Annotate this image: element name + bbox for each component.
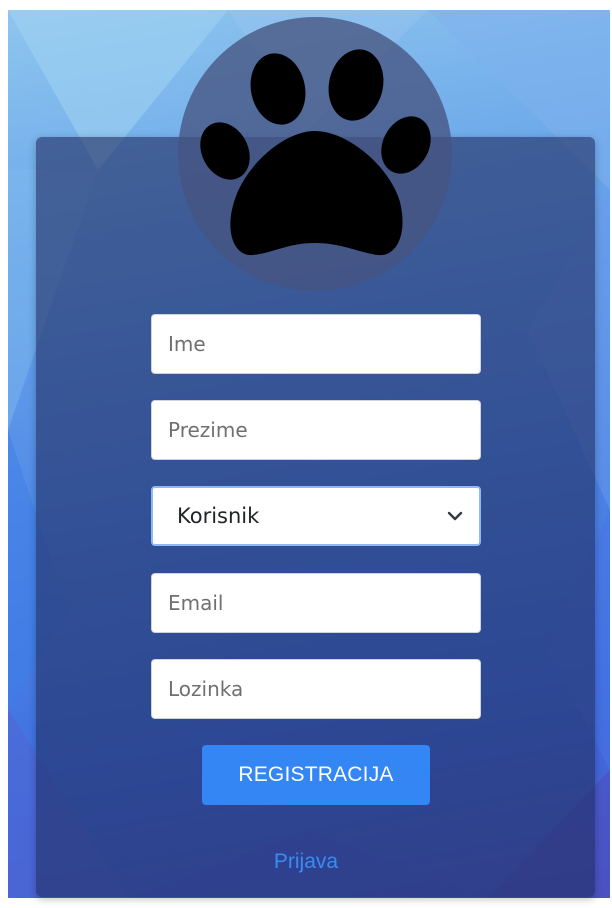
role-select[interactable]: Korisnik (151, 486, 481, 546)
paw-icon (200, 49, 431, 256)
login-link[interactable]: Prijava (0, 850, 612, 874)
first-name-input[interactable] (151, 314, 481, 374)
email-input[interactable] (151, 573, 481, 633)
register-button[interactable]: REGISTRACIJA (202, 745, 430, 805)
password-input[interactable] (151, 659, 481, 719)
chevron-down-icon (447, 511, 463, 521)
last-name-input[interactable] (151, 400, 481, 460)
register-button-label: REGISTRACIJA (238, 763, 394, 786)
login-link-label: Prijava (273, 850, 339, 873)
role-select-value: Korisnik (177, 504, 260, 528)
logo-avatar (178, 17, 452, 291)
